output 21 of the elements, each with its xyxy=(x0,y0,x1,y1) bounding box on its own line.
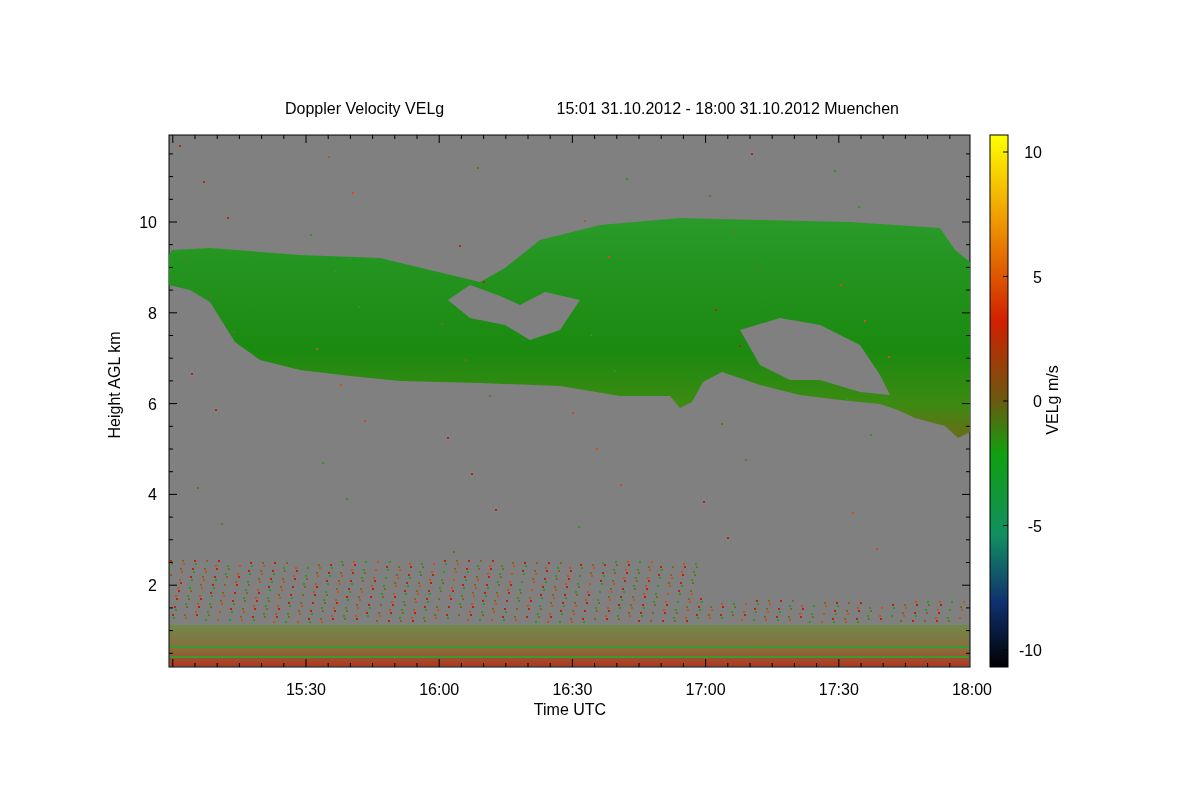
y-tick-label: 4 xyxy=(148,486,157,504)
chart-subtitle: 15:01 31.10.2012 - 18:00 31.10.2012 Muenchen xyxy=(556,100,899,117)
chart-title: Doppler Velocity VELg xyxy=(285,100,445,117)
y-tick-label: 10 xyxy=(139,214,157,231)
colorbar-tick-label: -10 xyxy=(1018,642,1042,659)
x-tick-label: 16:00 xyxy=(419,681,460,698)
colorbar-tick-label: -5 xyxy=(1027,517,1042,535)
x-tick-label: 17:00 xyxy=(685,681,726,698)
y-tick-label: 2 xyxy=(148,577,157,595)
x-tick-label: 18:00 xyxy=(952,681,992,698)
y-tick-label: 8 xyxy=(148,304,157,322)
x-axis-label: Time UTC xyxy=(533,701,607,718)
x-tick-label: 16:30 xyxy=(552,681,593,698)
colorbar-label: VELg m/s xyxy=(1044,365,1061,435)
y-axis-label: Height AGL km xyxy=(106,331,123,439)
colorbar-tick-label: 0 xyxy=(1033,393,1042,410)
colorbar-tick-label: 5 xyxy=(1033,268,1042,286)
colorbar-tick-label: 10 xyxy=(1024,144,1042,161)
y-tick-label: 6 xyxy=(148,395,157,413)
x-tick-label: 17:30 xyxy=(818,681,859,698)
x-tick-label: 15:30 xyxy=(286,681,326,698)
